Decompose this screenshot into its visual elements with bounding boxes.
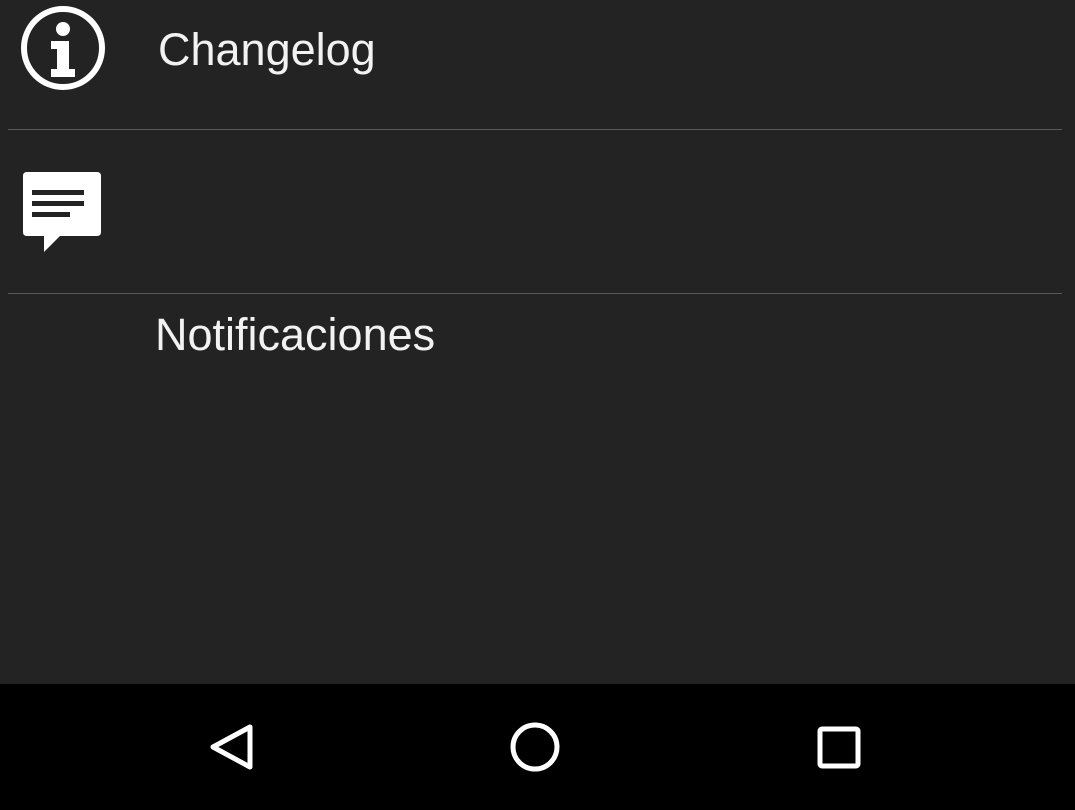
settings-screen: Changelog Notificaciones bbox=[0, 0, 1075, 810]
home-button[interactable] bbox=[465, 684, 605, 810]
back-button[interactable] bbox=[163, 684, 303, 810]
recents-button[interactable] bbox=[769, 684, 909, 810]
recents-square-icon bbox=[817, 726, 861, 769]
info-circle-icon bbox=[21, 6, 105, 90]
message-bubble-icon bbox=[23, 172, 101, 252]
divider bbox=[8, 293, 1062, 294]
home-circle-icon bbox=[510, 722, 560, 772]
menu-item-notificaciones[interactable]: Notificaciones bbox=[0, 130, 1075, 357]
menu-item-label: Changelog bbox=[158, 24, 376, 75]
system-navigation-bar bbox=[0, 684, 1075, 810]
menu-item-changelog[interactable]: Changelog bbox=[0, 0, 1075, 129]
menu-item-label: Notificaciones bbox=[155, 309, 436, 360]
back-triangle-icon bbox=[210, 724, 253, 770]
